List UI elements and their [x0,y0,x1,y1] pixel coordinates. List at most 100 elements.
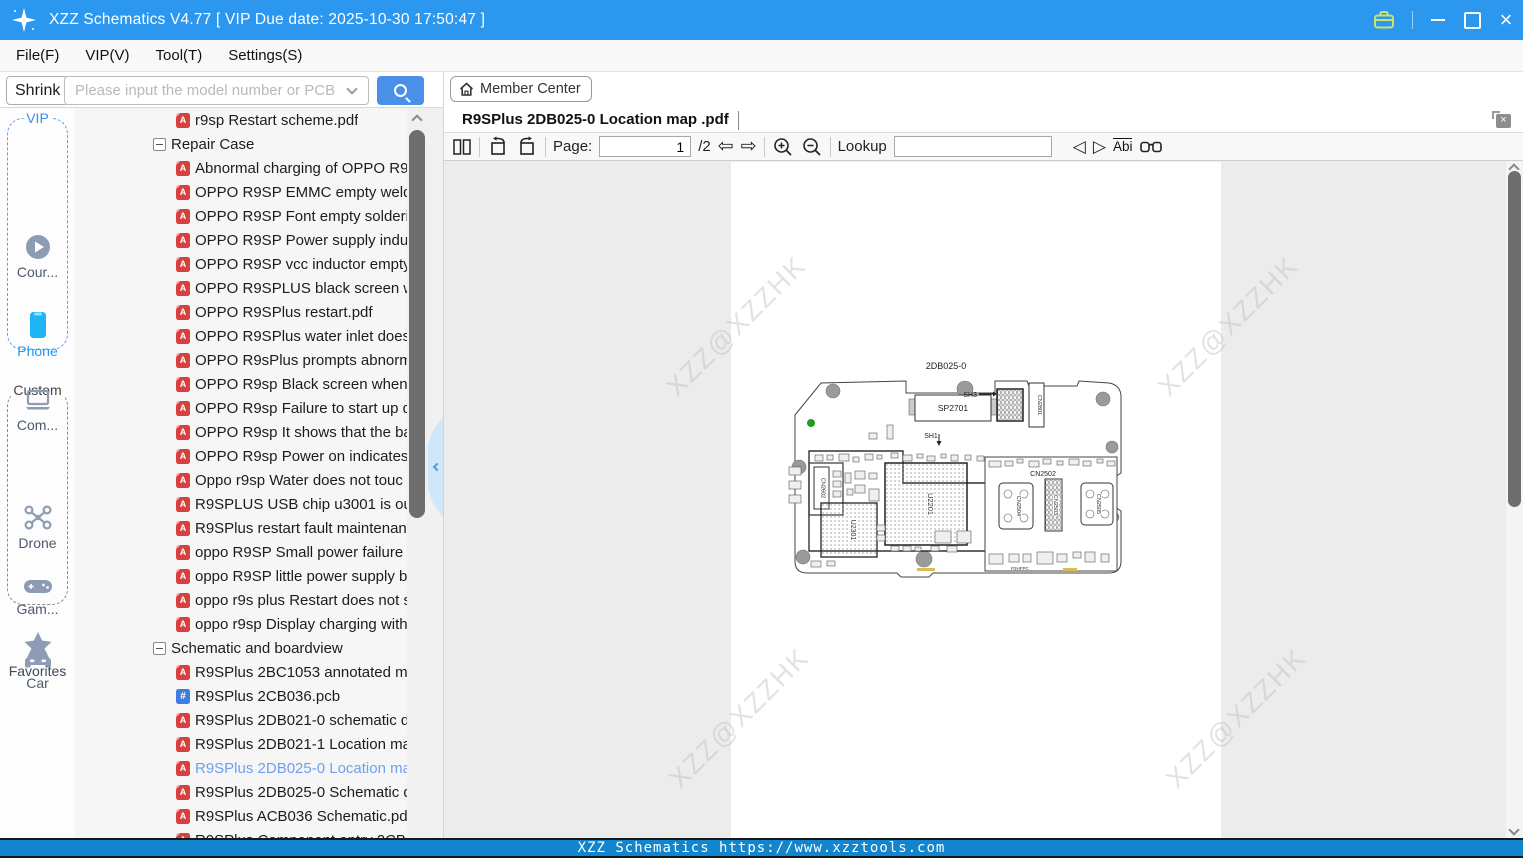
rail-item-label: Com... [16,417,59,433]
rail-item-favorites[interactable]: Favorites [0,630,75,679]
pdf-file-icon [176,592,190,608]
tree-item[interactable]: OPPO R9sp Failure to start up d [75,396,427,420]
rail-item-computer[interactable]: Com... [0,388,75,433]
tree-group[interactable]: Repair Case [75,132,427,156]
rail-item-label: Cour... [16,264,59,280]
page-number-input[interactable] [599,136,692,157]
find-next-button[interactable]: ▷ [1093,138,1106,155]
tree-scrollbar[interactable] [407,108,427,838]
tree-item[interactable]: OPPO R9SPlus water inlet does [75,324,427,348]
rail-item-course[interactable]: Cour... [0,233,75,280]
menubar: File(F) VIP(V) Tool(T) Settings(S) [0,40,1523,72]
tree-item[interactable]: R9SPlus 2DB025-0 Location ma [75,756,427,780]
tree-item[interactable]: R9SPLUS USB chip u3001 is out [75,492,427,516]
tree-item[interactable]: R9SPlus 2CB036.pcb [75,684,427,708]
scroll-down-icon[interactable] [1508,824,1520,836]
tree-group[interactable]: Schematic and boardview [75,636,427,660]
rotate-left-icon[interactable] [487,136,509,158]
pdf-file-icon [176,616,190,632]
tree-item[interactable]: R9SPlus 2DB025-0 Schematic di [75,780,427,804]
close-document-button[interactable]: × [1492,111,1511,128]
prev-page-button[interactable]: ⇦ [718,137,734,156]
svg-text:CN2504: CN2504 [1015,496,1021,516]
tree-item[interactable]: oppo r9s plus Restart does not s [75,588,427,612]
rotate-right-icon[interactable] [516,136,538,158]
pdf-file-icon [176,520,190,536]
minimize-button[interactable] [1421,0,1455,40]
whole-word-glasses-icon[interactable] [1139,138,1163,156]
tree-scrollbar-thumb[interactable] [409,130,425,518]
tree-item[interactable]: oppo R9SP little power supply b [75,564,427,588]
pdf-file-icon [176,400,190,416]
tree-item[interactable]: R9SPlus 2DB021-1 Location ma [75,732,427,756]
tree-item[interactable]: Abnormal charging of OPPO R9S [75,156,427,180]
zoom-in-icon[interactable] [772,136,794,158]
tree-item[interactable]: OPPO R9SP Font empty soldering [75,204,427,228]
viewer-scrollbar-thumb[interactable] [1508,171,1521,507]
tree-item[interactable]: R9SPlus 2DB021-0 schematic di [75,708,427,732]
match-case-button[interactable]: Abi [1112,138,1133,155]
tree-item[interactable]: OPPO R9SPlus restart.pdf [75,300,427,324]
tree-item-label: Abnormal charging of OPPO R9S [195,159,419,177]
menu-settings[interactable]: Settings(S) [228,47,302,64]
board-title: 2DB025-0 [926,361,967,371]
statusbar: XZZ Schematics https://www.xzztools.com [0,838,1523,858]
tree-item-label: R9SPlus 2DB021-1 Location ma [195,735,411,753]
tree-item[interactable]: r9sp Restart scheme.pdf [75,108,427,132]
rail-item-drone[interactable]: Drone [0,504,75,551]
tree-item[interactable]: OPPO R9SP vcc inductor empty [75,252,427,276]
category-rail: VIP Custom Cour... Phone Com... Drone Ga… [0,108,75,838]
toolbar-separator [479,136,480,157]
tree-item[interactable]: OPPO R9SP EMMC empty weld [75,180,427,204]
briefcase-icon[interactable] [1372,8,1396,32]
member-center-button[interactable]: Member Center [450,76,592,102]
pdf-file-icon [176,808,190,824]
model-search-field[interactable] [64,76,369,105]
tree-item[interactable]: OPPO R9SPLUS black screen with [75,276,427,300]
tree-item[interactable]: OPPO R9SP Power supply inductor [75,228,427,252]
shrink-button[interactable]: Shrink [6,76,70,105]
document-area[interactable]: 2DB025-0 SP2701 SH3 CN2801 SH1 CN2602 U2… [444,161,1507,838]
tree-item[interactable]: R9SPlus Component entry 2CB0 [75,828,427,838]
tree-item-label: OPPO R9sp It shows that the ba [195,423,412,441]
find-previous-button[interactable]: ◁ [1073,138,1086,155]
menu-file[interactable]: File(F) [16,47,59,64]
zoom-out-icon[interactable] [801,136,823,158]
rail-item-phone[interactable]: Phone [0,310,75,359]
menu-vip[interactable]: VIP(V) [85,47,129,64]
tree-item[interactable]: R9SPlus restart fault maintenan [75,516,427,540]
two-page-view-icon[interactable] [452,137,472,157]
tree-item[interactable]: OPPO R9sp It shows that the ba [75,420,427,444]
tree-item-label: Repair Case [171,135,255,153]
close-button[interactable]: × [1489,0,1523,40]
tree-item-label: OPPO R9SP EMMC empty weld [195,183,412,201]
laptop-icon [25,389,50,410]
svg-text:U2201: U2201 [926,493,935,515]
scroll-up-icon[interactable] [411,114,423,126]
document-tab[interactable]: R9SPlus 2DB025-0 Location map .pdf [462,111,729,128]
tree-item[interactable]: oppo R9SP Small power failure [75,540,427,564]
maximize-button[interactable] [1455,0,1489,40]
tree-item[interactable]: R9SPlus 2BC1053 annotated ma [75,660,427,684]
tree-item-label: OPPO R9sp Failure to start up d [195,399,411,417]
tree-item[interactable]: OPPO R9sp Power on indicates [75,444,427,468]
lookup-input[interactable] [893,136,1052,157]
next-page-button[interactable]: ⇨ [741,137,757,156]
tree-item[interactable]: OPPO R9sp Black screen when u [75,372,427,396]
chevron-down-icon[interactable] [346,82,358,95]
tree-item[interactable]: OPPO R9sPlus prompts abnormal [75,348,427,372]
viewer-scrollbar[interactable] [1506,161,1523,838]
collapse-icon[interactable] [153,641,166,655]
tree-item-label: oppo r9sp Display charging with [195,615,408,633]
rail-item-game[interactable]: Gam... [0,576,75,617]
menu-tool[interactable]: Tool(T) [156,47,203,64]
pdf-file-icon [176,448,190,464]
search-button[interactable] [377,76,424,105]
collapse-icon[interactable] [153,137,166,151]
tree-item[interactable]: Oppo r9sp Water does not touc [75,468,427,492]
tree-item[interactable]: R9SPlus ACB036 Schematic.pdf [75,804,427,828]
model-search-input[interactable] [65,82,348,99]
tree-item-label: R9SPlus 2DB021-0 schematic di [195,711,413,729]
pdf-file-icon [176,784,190,800]
tree-item[interactable]: oppo r9sp Display charging with [75,612,427,636]
